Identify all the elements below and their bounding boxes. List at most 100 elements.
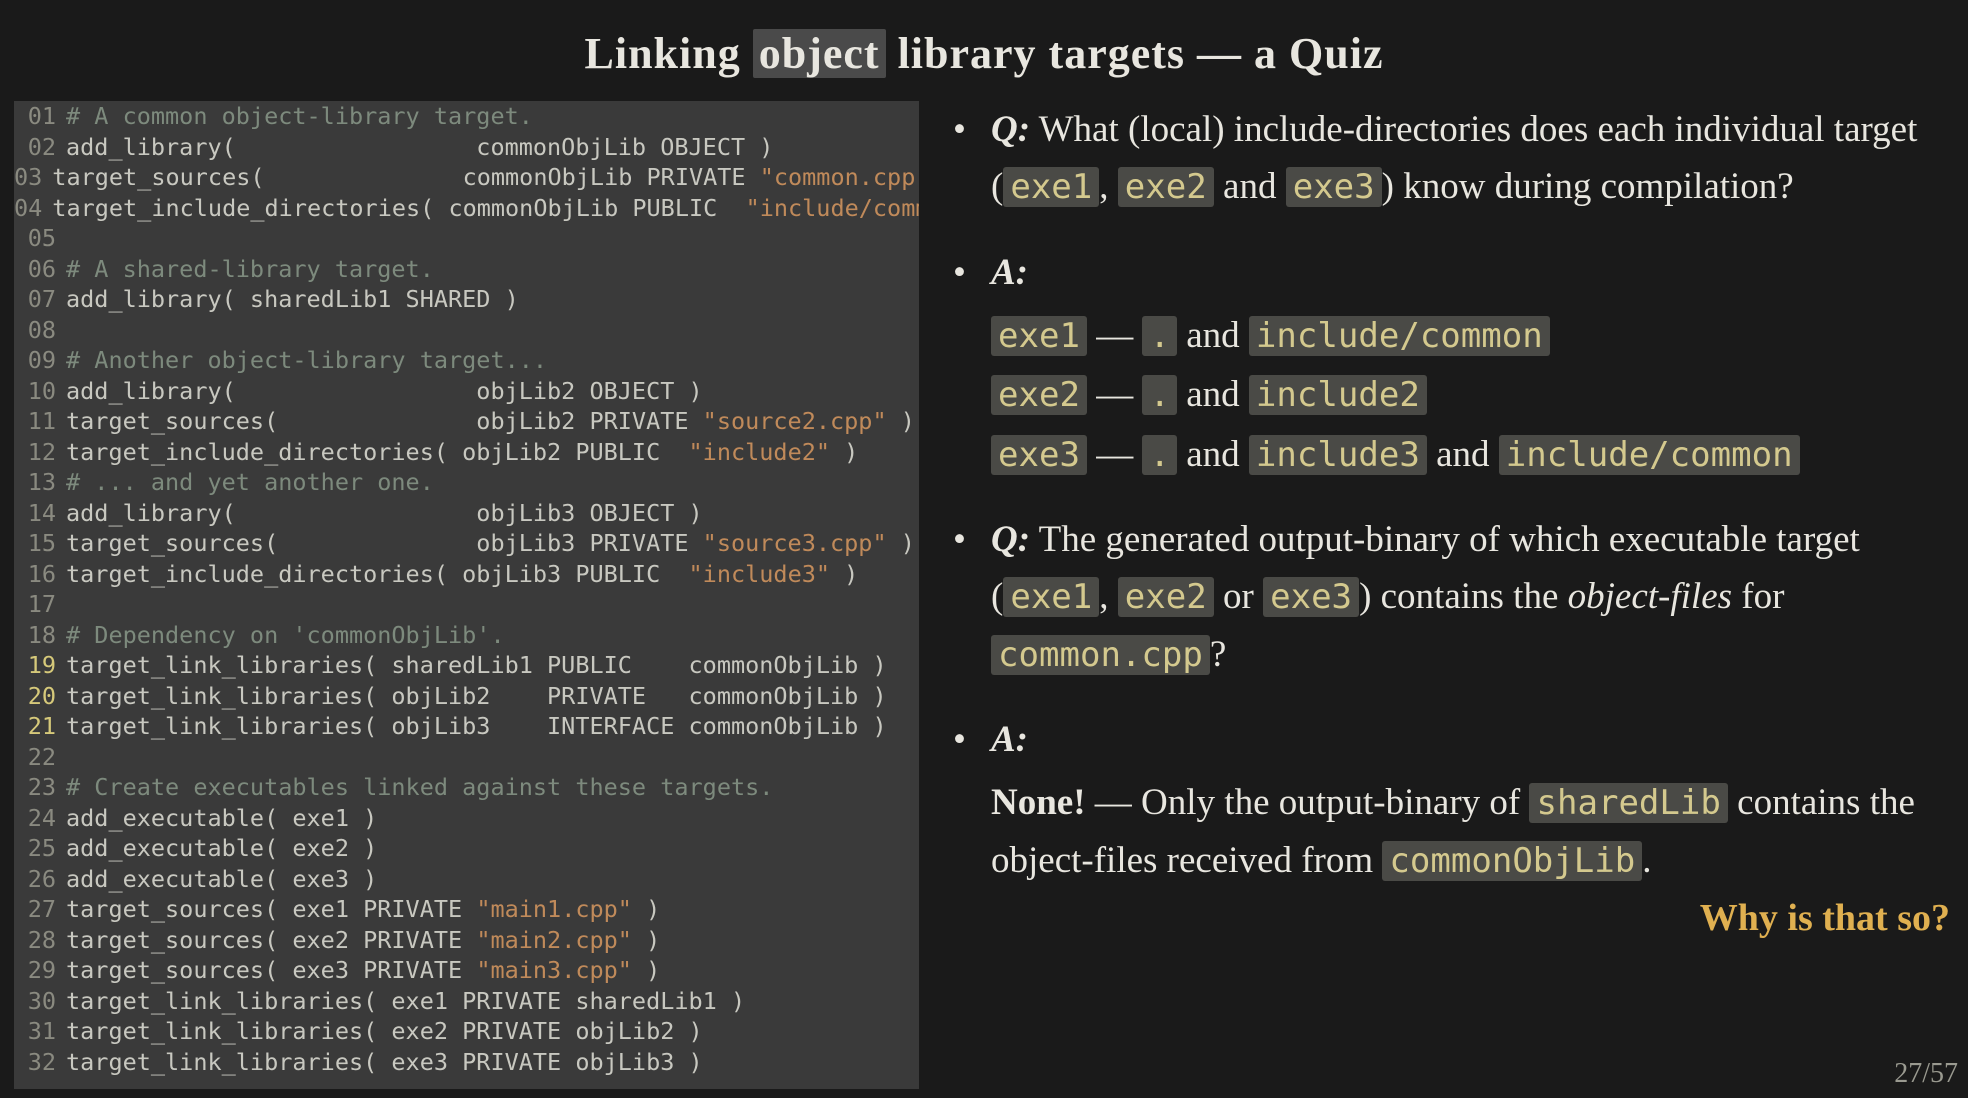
code-inline: common.cpp [991,635,1210,675]
line-number: 30 [14,986,66,1017]
code-line: 14add_library( objLib3 OBJECT ) [14,498,919,529]
code-line: 26add_executable( exe3 ) [14,864,919,895]
line-number: 01 [14,101,66,132]
code-inline: include3 [1249,435,1427,475]
code-line: 04target_include_directories( commonObjL… [14,193,919,224]
line-number: 24 [14,803,66,834]
code-content: # A shared-library target. [66,254,434,285]
code-line: 01# A common object-library target. [14,101,919,132]
code-line: 10add_library( objLib2 OBJECT ) [14,376,919,407]
a2-item: A: None! — Only the output-binary of sha… [947,711,1950,948]
answer-line: exe3 — . and include3 and include/common [991,426,1950,483]
code-line: 22 [14,742,919,773]
code-inline: exe3 [991,435,1087,475]
code-content: # Another object-library target... [66,345,547,376]
line-number: 25 [14,833,66,864]
code-inline: . [1142,435,1177,475]
code-line: 09# Another object-library target... [14,345,919,376]
code-line: 25add_executable( exe2 ) [14,833,919,864]
line-number: 21 [14,711,66,742]
q1-item: Q: What (local) include-directories does… [947,101,1950,216]
line-number: 17 [14,589,66,620]
code-content: add_executable( exe1 ) [66,803,377,834]
code-line: 18# Dependency on 'commonObjLib'. [14,620,919,651]
code-content: add_library( objLib3 OBJECT ) [66,498,703,529]
code-content: target_link_libraries( objLib2 PRIVATE c… [66,681,887,712]
line-number: 11 [14,406,66,437]
code-line: 13# ... and yet another one. [14,467,919,498]
line-number: 18 [14,620,66,651]
q2-item: Q: The generated output-binary of which … [947,511,1950,683]
code-line: 20target_link_libraries( objLib2 PRIVATE… [14,681,919,712]
line-number: 19 [14,650,66,681]
code-inline: exe1 [1003,167,1099,207]
line-number: 27 [14,894,66,925]
line-number: 15 [14,528,66,559]
code-content: target_sources( exe1 PRIVATE "main1.cpp"… [66,894,660,925]
code-content: add_library( commonObjLib OBJECT ) [66,132,773,163]
code-line: 03target_sources( commonObjLib PRIVATE "… [14,162,919,193]
code-content: # Dependency on 'commonObjLib'. [66,620,505,651]
code-content: target_sources( exe2 PRIVATE "main2.cpp"… [66,925,660,956]
code-line: 11target_sources( objLib2 PRIVATE "sourc… [14,406,919,437]
slide: Linking object library targets — a Quiz … [0,0,1968,1098]
line-number: 29 [14,955,66,986]
answer-lines: exe1 — . and include/commonexe2 — . and … [991,307,1950,483]
code-inline: sharedLib [1529,783,1727,823]
code-block: 01# A common object-library target.02add… [14,101,919,1089]
code-content: target_include_directories( commonObjLib… [52,193,919,224]
line-number: 23 [14,772,66,803]
code-line: 06# A shared-library target. [14,254,919,285]
q-label: Q: [991,109,1030,150]
code-line: 27target_sources( exe1 PRIVATE "main1.cp… [14,894,919,925]
code-inline: exe2 [991,375,1087,415]
code-inline: . [1142,375,1177,415]
code-inline: exe3 [1263,577,1359,617]
code-line: 30target_link_libraries( exe1 PRIVATE sh… [14,986,919,1017]
title-highlight: object [753,29,886,78]
code-line: 21target_link_libraries( objLib3 INTERFA… [14,711,919,742]
line-number: 05 [14,223,66,254]
code-inline: exe3 [1286,167,1382,207]
a1-item: A: exe1 — . and include/commonexe2 — . a… [947,244,1950,483]
code-line: 07add_library( sharedLib1 SHARED ) [14,284,919,315]
code-line: 02add_library( commonObjLib OBJECT ) [14,132,919,163]
code-content: target_link_libraries( sharedLib1 PUBLIC… [66,650,887,681]
code-inline: . [1142,316,1177,356]
line-number: 31 [14,1016,66,1047]
code-content: target_sources( objLib3 PRIVATE "source3… [66,528,915,559]
line-number: 14 [14,498,66,529]
code-content: target_link_libraries( exe2 PRIVATE objL… [66,1016,703,1047]
code-line: 31target_link_libraries( exe2 PRIVATE ob… [14,1016,919,1047]
code-content: target_link_libraries( exe3 PRIVATE objL… [66,1047,703,1078]
code-line: 16target_include_directories( objLib3 PU… [14,559,919,590]
page-number: 27/57 [1894,1058,1958,1090]
line-number: 13 [14,467,66,498]
code-content: # ... and yet another one. [66,467,434,498]
code-inline: exe2 [1118,577,1214,617]
a-label: A: [991,252,1028,293]
code-content: target_link_libraries( exe1 PRIVATE shar… [66,986,745,1017]
answer-line: exe1 — . and include/common [991,307,1950,364]
code-line: 29target_sources( exe3 PRIVATE "main3.cp… [14,955,919,986]
code-inline: include/common [1249,316,1550,356]
line-number: 09 [14,345,66,376]
code-content: target_sources( commonObjLib PRIVATE "co… [52,162,919,193]
code-inline: exe1 [991,316,1087,356]
code-content: target_include_directories( objLib2 PUBL… [66,437,858,468]
code-line: 05 [14,223,919,254]
line-number: 08 [14,315,66,346]
code-content: add_executable( exe2 ) [66,833,377,864]
code-line: 24add_executable( exe1 ) [14,803,919,834]
why-question: Why is that so? [991,889,1950,948]
code-content: # A common object-library target. [66,101,533,132]
code-content: target_include_directories( objLib3 PUBL… [66,559,858,590]
line-number: 22 [14,742,66,773]
code-line: 28target_sources( exe2 PRIVATE "main2.cp… [14,925,919,956]
prose-pane: Q: What (local) include-directories does… [947,101,1950,1089]
code-line: 17 [14,589,919,620]
code-line: 15target_sources( objLib3 PRIVATE "sourc… [14,528,919,559]
line-number: 26 [14,864,66,895]
a-label: A: [991,719,1028,760]
line-number: 12 [14,437,66,468]
